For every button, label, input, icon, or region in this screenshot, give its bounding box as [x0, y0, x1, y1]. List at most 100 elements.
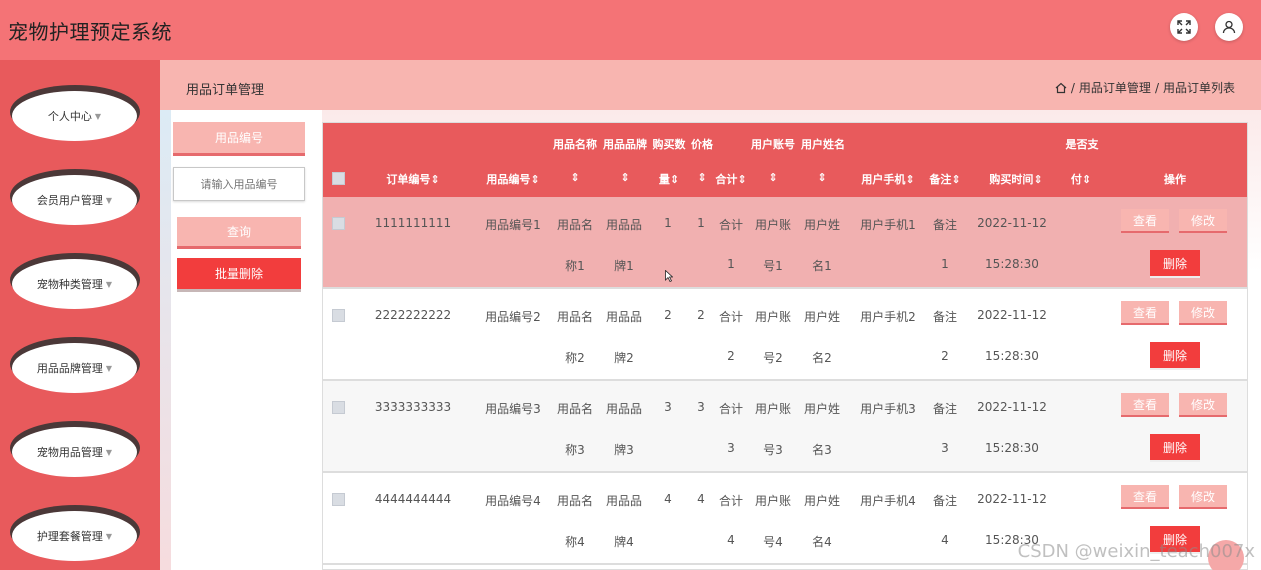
cell-item-name: 用品名	[556, 218, 593, 232]
edit-button[interactable]: 修改	[1179, 301, 1227, 325]
orders-table: 订单编号⇕ 用品编号⇕ 用品名称 ⇕ 用品品牌 ⇕ 购买数 量⇕ 价格 ⇕ 合计…	[322, 122, 1248, 570]
fullscreen-button[interactable]	[1170, 13, 1198, 41]
header-paid-top: 是否支	[1065, 138, 1099, 151]
header-username: 用户姓名	[801, 138, 845, 151]
cell-account-cont: 号1	[763, 259, 783, 273]
header-label: 订单编号	[386, 173, 431, 186]
sidebar-item-brands[interactable]: 用品品牌管理 ▼	[10, 337, 140, 395]
header-label: 合计	[715, 173, 738, 186]
delete-button[interactable]: 删除	[1150, 434, 1200, 462]
edit-button[interactable]: 修改	[1179, 209, 1227, 233]
query-button[interactable]: 查询	[177, 217, 301, 249]
header-paid[interactable]: 付⇕	[1066, 171, 1096, 187]
user-icon	[1222, 20, 1236, 34]
header-note[interactable]: 备注⇕	[923, 171, 967, 187]
edit-button[interactable]: 修改	[1179, 485, 1227, 509]
cell-total-value: 1	[727, 257, 735, 271]
sidebar-item-label: 会员用户管理	[36, 194, 103, 207]
cell-note: 备注	[932, 310, 957, 324]
sidebar-item-label: 个人中心	[47, 110, 92, 123]
cell-note-cont: 2	[941, 349, 949, 363]
expand-icon	[1177, 20, 1191, 34]
breadcrumb-separator: /	[1154, 80, 1159, 95]
sidebar-item-pet-types[interactable]: 宠物种类管理 ▼	[10, 253, 140, 311]
cell-item-name-cont: 称1	[565, 259, 585, 273]
table-row[interactable]: 3333333333 用品编号3 用品名 称3 用品品 牌3 3 3 合计 3 …	[323, 381, 1247, 473]
chevron-down-icon: ▼	[105, 363, 113, 373]
header-phone[interactable]: 用户手机⇕	[855, 171, 921, 187]
view-button[interactable]: 查看	[1121, 485, 1169, 509]
sort-icon[interactable]: ⇕	[766, 171, 780, 184]
header-qty[interactable]: 量⇕	[655, 171, 683, 187]
cell-username-cont: 名1	[812, 259, 832, 273]
search-input[interactable]	[173, 167, 305, 201]
sidebar-item-personal-center[interactable]: 个人中心 ▼	[10, 85, 140, 143]
batch-delete-button[interactable]: 批量删除	[177, 258, 301, 292]
row-checkbox[interactable]	[332, 217, 345, 230]
breadcrumb-item-orders[interactable]: 用品订单管理	[1079, 79, 1151, 96]
sort-icon[interactable]: ⇕	[619, 171, 631, 184]
header-total[interactable]: 合计⇕	[711, 171, 751, 187]
sidebar-item-member-users[interactable]: 会员用户管理 ▼	[10, 169, 140, 227]
header-brand: 用品品牌	[603, 138, 647, 151]
cell-username-cont: 名4	[812, 535, 832, 549]
row-checkbox[interactable]	[332, 493, 345, 506]
table-row[interactable]: 2222222222 用品编号2 用品名 称2 用品品 牌2 2 2 合计 2 …	[323, 289, 1247, 381]
cell-note: 备注	[932, 494, 957, 508]
header-label: 备注	[929, 173, 952, 186]
cell-qty: 2	[664, 308, 672, 322]
cell-account-cont: 号2	[763, 351, 783, 365]
header-time[interactable]: 购买时间⇕	[979, 171, 1053, 187]
cell-username-cont: 名2	[812, 351, 832, 365]
cell-item-name: 用品名	[556, 494, 593, 508]
cell-username: 用户姓	[803, 310, 840, 324]
breadcrumb-separator: /	[1070, 80, 1075, 95]
cell-note-cont: 4	[941, 533, 949, 547]
cell-total: 合计	[718, 402, 743, 416]
view-button[interactable]: 查看	[1121, 301, 1169, 325]
header-item-no[interactable]: 用品编号⇕	[478, 171, 548, 187]
cell-phone: 用户手机2	[860, 310, 916, 324]
cell-time: 15:28:30	[985, 257, 1039, 271]
sidebar-item-label: 护理套餐管理	[36, 530, 103, 543]
delete-button[interactable]: 删除	[1150, 250, 1200, 278]
header-qty-top: 购买数	[652, 138, 686, 151]
cell-item-name-cont: 称3	[565, 443, 585, 457]
header-item-name: 用品名称	[553, 138, 597, 151]
mouse-cursor-icon	[665, 270, 673, 282]
header-ops: 操作	[1164, 173, 1186, 186]
sidebar-item-care-packages[interactable]: 护理套餐管理 ▼	[10, 505, 140, 563]
row-checkbox[interactable]	[332, 401, 345, 414]
breadcrumb: / 用品订单管理 / 用品订单列表	[1055, 79, 1235, 96]
cell-username: 用户姓	[803, 402, 840, 416]
user-button[interactable]	[1215, 13, 1243, 41]
sort-icon[interactable]: ⇕	[695, 171, 709, 184]
sort-icon[interactable]: ⇕	[569, 171, 581, 184]
header-label: 量	[658, 173, 670, 186]
header-account: 用户账号	[751, 138, 795, 151]
sidebar: 个人中心 ▼ 会员用户管理 ▼ 宠物种类管理 ▼ 用品品牌管理 ▼ 宠物用品管理 ▼ 护理…	[0, 60, 160, 570]
view-button[interactable]: 查看	[1121, 393, 1169, 417]
select-all-checkbox[interactable]	[332, 172, 345, 185]
header-order-no[interactable]: 订单编号⇕	[378, 171, 448, 187]
cell-account: 用户账	[754, 494, 791, 508]
cell-brand: 用品品	[605, 310, 642, 324]
view-button[interactable]: 查看	[1121, 209, 1169, 233]
cell-time: 15:28:30	[985, 349, 1039, 363]
menu-item-oval: 宠物种类管理 ▼	[12, 259, 137, 309]
search-field-label: 用品编号	[173, 122, 305, 156]
cell-total: 合计	[718, 218, 743, 232]
cell-qty: 1	[664, 216, 672, 230]
sidebar-item-label: 用品品牌管理	[36, 362, 103, 375]
delete-button[interactable]: 删除	[1150, 342, 1200, 370]
menu-item-oval: 宠物用品管理 ▼	[12, 427, 137, 477]
home-icon[interactable]	[1055, 82, 1067, 94]
sort-icon[interactable]: ⇕	[815, 171, 829, 184]
cell-account-cont: 号4	[763, 535, 783, 549]
cell-username: 用户姓	[803, 494, 840, 508]
sidebar-item-pet-supplies[interactable]: 宠物用品管理 ▼	[10, 421, 140, 479]
table-row[interactable]: 1111111111 用品编号1 用品名 称1 用品品 牌1 1 1 合计 1 …	[323, 197, 1247, 289]
cell-total-value: 3	[727, 441, 735, 455]
edit-button[interactable]: 修改	[1179, 393, 1227, 417]
row-checkbox[interactable]	[332, 309, 345, 322]
